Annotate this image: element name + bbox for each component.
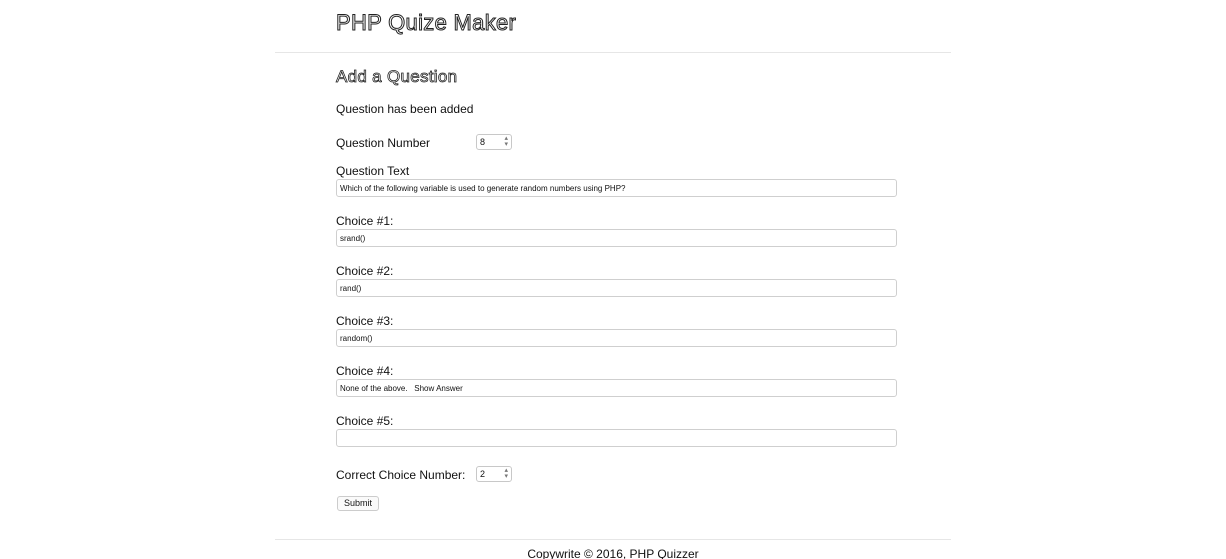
question-number-row: Question Number 8 ▴ ▾ [336,134,898,154]
choice-2-label: Choice #2: [336,264,394,278]
choice-5-field: Choice #5: [336,414,898,447]
site-header: PHP Quize Maker [275,0,951,53]
page: PHP Quize Maker Add a Question Question … [0,0,1226,559]
choice-1-input[interactable] [336,229,897,247]
choice-4-field: Choice #4: [336,364,898,397]
choice-3-field: Choice #3: [336,314,898,347]
choice-3-label: Choice #3: [336,314,394,328]
choice-4-label: Choice #4: [336,364,394,378]
choice-1-field: Choice #1: [336,214,898,247]
correct-choice-row: Correct Choice Number: 2 ▴ ▾ [336,466,898,486]
question-text-input[interactable] [336,179,897,197]
submit-button[interactable]: Submit [337,496,380,511]
question-number-value: 8 [480,137,486,147]
question-number-stepper[interactable]: 8 ▴ ▾ [476,134,512,150]
section-title: Add a Question [336,67,458,87]
choice-2-field: Choice #2: [336,264,898,297]
status-message: Question has been added [336,102,474,116]
correct-choice-value: 2 [480,469,486,479]
choice-3-input[interactable] [336,329,897,347]
stepper-arrows-icon[interactable]: ▴ ▾ [504,135,508,148]
choice-4-input[interactable] [336,379,897,397]
question-text-field: Question Text [336,164,898,197]
choice-5-label: Choice #5: [336,414,394,428]
choice-1-label: Choice #1: [336,214,394,228]
site-title: PHP Quize Maker [335,10,517,36]
site-footer: Copywrite © 2016, PHP Quizzer [275,539,951,559]
choice-5-input[interactable] [336,429,897,447]
correct-choice-label: Correct Choice Number: [336,468,466,482]
question-text-label: Question Text [336,164,410,178]
choice-2-input[interactable] [336,279,897,297]
stepper-arrows-icon[interactable]: ▴ ▾ [504,467,508,480]
copyright-text: Copywrite © 2016, PHP Quizzer [527,547,699,559]
question-number-label: Question Number [336,136,431,150]
correct-choice-stepper[interactable]: 2 ▴ ▾ [476,466,512,482]
